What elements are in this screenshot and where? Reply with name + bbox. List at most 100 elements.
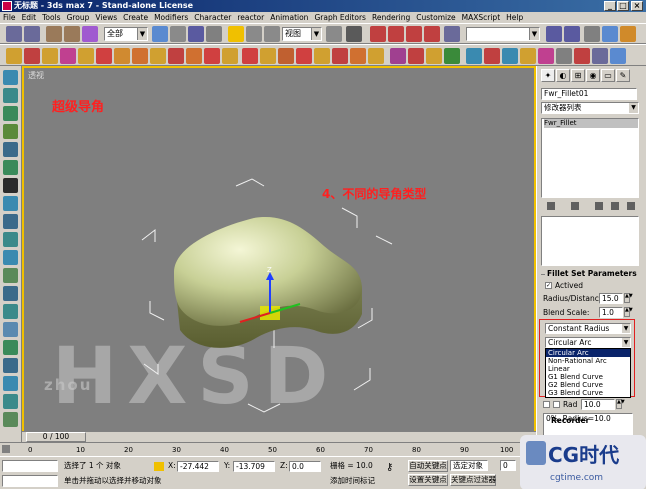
z-coord-field[interactable]: 0.0 <box>289 461 321 472</box>
unlink-icon[interactable] <box>64 26 80 42</box>
reference-coord-dropdown[interactable]: 视图 ▼ <box>282 27 322 41</box>
key-filters-button[interactable]: 关键点过滤器 <box>450 474 496 486</box>
camera-icon[interactable] <box>592 48 608 64</box>
tool-16-icon[interactable] <box>3 340 18 355</box>
shape-text-icon[interactable] <box>314 48 330 64</box>
tool-8-icon[interactable] <box>3 196 18 211</box>
sphere-icon[interactable] <box>24 48 40 64</box>
tool-10-icon[interactable] <box>3 232 18 247</box>
capsule-icon[interactable] <box>204 48 220 64</box>
undo-icon[interactable] <box>6 26 22 42</box>
torus-icon[interactable] <box>60 48 76 64</box>
maxscript-output-field[interactable] <box>2 475 58 487</box>
railing-icon[interactable] <box>556 48 572 64</box>
percent-snap-icon[interactable] <box>406 26 422 42</box>
chamferbox-icon[interactable] <box>186 48 202 64</box>
track-bar[interactable]: 0 10 20 30 40 50 60 70 80 90 100 <box>0 442 536 456</box>
shape-section-icon[interactable] <box>332 48 348 64</box>
show-end-result-icon[interactable] <box>571 202 579 210</box>
rad-checkbox[interactable] <box>543 401 550 408</box>
menu-help[interactable]: Help <box>503 12 526 23</box>
modifier-list-dropdown[interactable]: 修改器列表 ▼ <box>541 102 639 114</box>
menu-tools[interactable]: Tools <box>39 12 63 23</box>
maxscript-listener-field[interactable] <box>2 460 58 472</box>
menu-create[interactable]: Create <box>120 12 151 23</box>
blend-spinner-icon[interactable]: ▲▼ <box>624 307 633 317</box>
add-time-tag[interactable]: 添加时间标记 <box>330 475 375 487</box>
radius-spinner-icon[interactable]: ▲▼ <box>624 293 633 303</box>
remove-modifier-icon[interactable] <box>611 202 619 210</box>
cylinder-icon[interactable] <box>42 48 58 64</box>
pyramid-icon[interactable] <box>150 48 166 64</box>
tool-19-icon[interactable] <box>3 394 18 409</box>
box-icon[interactable] <box>6 48 22 64</box>
angle-snap-icon[interactable] <box>388 26 404 42</box>
cone-icon[interactable] <box>96 48 112 64</box>
named-selection-icon[interactable] <box>444 26 460 42</box>
auto-key-button[interactable]: 自动关键点 <box>408 460 448 472</box>
menu-modifiers[interactable]: Modifiers <box>151 12 191 23</box>
scale-icon[interactable] <box>264 26 280 42</box>
rad-option-checkbox[interactable] <box>553 401 560 408</box>
pivot-icon[interactable] <box>326 26 342 42</box>
select-object-icon[interactable] <box>152 26 168 42</box>
manipulate-icon[interactable] <box>346 26 362 42</box>
actived-checkbox[interactable]: ✓ <box>545 282 552 289</box>
configure-sets-icon[interactable] <box>627 202 635 210</box>
tool-17-icon[interactable] <box>3 358 18 373</box>
tool-7-icon[interactable] <box>3 178 18 193</box>
option-g2-blend-curve[interactable]: G2 Blend Curve <box>546 381 630 389</box>
tool-14-icon[interactable] <box>3 304 18 319</box>
snap-icon[interactable] <box>370 26 386 42</box>
tube-icon[interactable] <box>132 48 148 64</box>
geosphere-icon[interactable] <box>114 48 130 64</box>
tool-9-icon[interactable] <box>3 214 18 229</box>
option-non-rational-arc[interactable]: Non-Rational Arc <box>546 357 630 365</box>
shape-ngon-icon[interactable] <box>296 48 312 64</box>
bind-space-warp-icon[interactable] <box>82 26 98 42</box>
tool-12-icon[interactable] <box>3 268 18 283</box>
object-name-field[interactable]: Fwr_Fillet01 <box>541 88 637 100</box>
y-coord-field[interactable]: -13.709 <box>233 461 275 472</box>
motion-tab-icon[interactable]: ◉ <box>586 69 600 82</box>
curve-editor-icon[interactable] <box>602 26 618 42</box>
layer-icon[interactable] <box>584 26 600 42</box>
oiltank-icon[interactable] <box>222 48 238 64</box>
pin-stack-icon[interactable] <box>547 202 555 210</box>
time-slider[interactable]: 0 / 100 <box>22 431 536 442</box>
tool-13-icon[interactable] <box>3 286 18 301</box>
maximize-button[interactable]: □ <box>617 1 629 11</box>
region-select-icon[interactable] <box>188 26 204 42</box>
rad-spinner-icon[interactable]: ▲▼ <box>616 399 625 409</box>
tool-2-icon[interactable] <box>3 88 18 103</box>
selected-object-dropdown[interactable]: 选定对象 <box>450 460 488 471</box>
tool-20-icon[interactable] <box>3 412 18 427</box>
tool-6-icon[interactable] <box>3 160 18 175</box>
tool-3-icon[interactable] <box>3 106 18 121</box>
menu-rendering[interactable]: Rendering <box>369 12 413 23</box>
teapot-icon[interactable] <box>78 48 94 64</box>
tool-11-icon[interactable] <box>3 250 18 265</box>
set-key-button[interactable]: 设置关键点 <box>408 474 448 486</box>
option-g3-blend-curve[interactable]: G3 Blend Curve <box>546 389 630 397</box>
key-icon[interactable]: ⚷ <box>386 463 404 473</box>
stack-item[interactable]: Fwr_Fillet <box>544 119 638 128</box>
foliage-icon[interactable] <box>520 48 536 64</box>
perspective-viewport[interactable]: 透视 超级导角 4、不同的导角类型 HXSD zhou Z <box>22 66 536 442</box>
particle-icon[interactable] <box>408 48 424 64</box>
move-icon[interactable] <box>228 26 244 42</box>
option-g1-blend-curve[interactable]: G1 Blend Curve <box>546 373 630 381</box>
bottom-rollup-label[interactable]: Recorder <box>551 416 589 425</box>
lock-selection-icon[interactable] <box>154 462 164 471</box>
mini-curve-editor-icon[interactable] <box>2 445 10 453</box>
tool-18-icon[interactable] <box>3 376 18 391</box>
link-icon[interactable] <box>46 26 62 42</box>
menu-animation[interactable]: Animation <box>267 12 311 23</box>
tool-4-icon[interactable] <box>3 124 18 139</box>
align-icon[interactable] <box>564 26 580 42</box>
redo-icon[interactable] <box>24 26 40 42</box>
door-icon[interactable] <box>466 48 482 64</box>
fillet-type-dropdown[interactable]: Constant Radius ▼ <box>545 323 631 334</box>
shape-ellipse-icon[interactable] <box>368 48 384 64</box>
shape-line-icon[interactable] <box>242 48 258 64</box>
